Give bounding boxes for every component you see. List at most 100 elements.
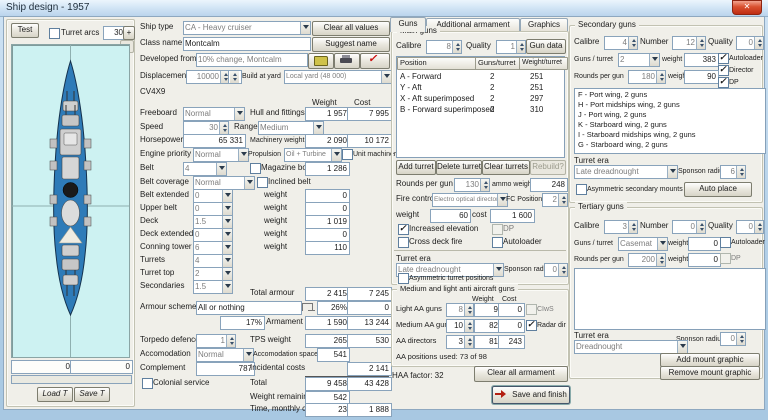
spinner-icon[interactable] bbox=[464, 303, 474, 317]
deck-extended-select[interactable]: 0 bbox=[193, 228, 233, 242]
medium-aa-stepper[interactable]: 10 bbox=[446, 319, 474, 333]
asymmetric-turrets-checkbox[interactable] bbox=[398, 273, 409, 284]
turret-arcs-checkbox[interactable] bbox=[49, 28, 60, 39]
spinner-icon[interactable] bbox=[628, 220, 638, 234]
secondary-rounds-stepper[interactable]: 180 bbox=[628, 70, 666, 84]
tertiary-guns-turret-select[interactable]: Casemat bbox=[618, 237, 668, 251]
spinner-icon[interactable] bbox=[516, 40, 526, 54]
dropdown-arrow-icon[interactable] bbox=[222, 202, 233, 216]
displacement-fine-stepper[interactable] bbox=[228, 70, 242, 84]
spinner-icon[interactable] bbox=[736, 165, 746, 179]
secondary-number-stepper[interactable]: 12 bbox=[672, 36, 706, 50]
ship-canvas[interactable] bbox=[11, 44, 130, 358]
table-row[interactable]: Y - Aft2251 bbox=[398, 82, 563, 93]
conning-tower-select[interactable]: 6 bbox=[193, 241, 233, 255]
column-position[interactable]: Position bbox=[397, 57, 477, 70]
deck-select[interactable]: 1.5 bbox=[193, 215, 233, 229]
secondary-guns-turret-select[interactable]: 2 bbox=[618, 53, 660, 67]
dropdown-arrow-icon[interactable] bbox=[313, 121, 324, 135]
list-item[interactable]: F - Port wing, 2 guns bbox=[578, 90, 762, 100]
belt-coverage-select[interactable]: Normal bbox=[193, 176, 255, 190]
secondary-calibre-stepper[interactable]: 4 bbox=[604, 36, 638, 50]
title-bar[interactable]: Ship design - 1957 ✕ bbox=[0, 0, 768, 17]
load-turrets-button[interactable]: Load T bbox=[37, 387, 73, 402]
list-item[interactable]: G - Starboard wing, 2 guns bbox=[578, 140, 762, 150]
fire-control-select[interactable]: Electro optical director bbox=[432, 193, 508, 207]
dropdown-arrow-icon[interactable] bbox=[222, 267, 233, 281]
clear-all-armament-button[interactable]: Clear all armament bbox=[474, 366, 568, 382]
dropdown-arrow-icon[interactable] bbox=[222, 189, 233, 203]
tertiary-mounts-list[interactable] bbox=[574, 268, 766, 330]
spinner-icon[interactable] bbox=[464, 319, 474, 333]
turret-table[interactable]: Position Guns/turret Weight/turret A - F… bbox=[396, 56, 565, 158]
secondary-quality-stepper[interactable]: 0 bbox=[736, 36, 764, 50]
displacement-stepper[interactable]: 10000 bbox=[186, 70, 230, 84]
dropdown-arrow-icon[interactable] bbox=[216, 162, 227, 176]
spinner-icon[interactable] bbox=[754, 220, 764, 234]
range-select[interactable]: Medium bbox=[258, 121, 324, 135]
spinner-icon[interactable] bbox=[696, 220, 706, 234]
dropdown-arrow-icon[interactable] bbox=[657, 237, 668, 251]
increased-elevation-checkbox[interactable] bbox=[398, 224, 409, 235]
ship-type-select[interactable]: CA - Heavy cruiser bbox=[183, 21, 311, 35]
dropdown-arrow-icon[interactable] bbox=[244, 176, 255, 190]
spinner-icon[interactable] bbox=[464, 335, 474, 349]
turret-top-select[interactable]: 2 bbox=[193, 267, 233, 281]
main-rounds-stepper[interactable]: 130 bbox=[454, 178, 490, 192]
list-item[interactable]: H - Port midships wing, 2 guns bbox=[578, 100, 762, 110]
add-mount-graphic-button[interactable]: Add mount graphic bbox=[660, 353, 760, 367]
secondary-director-checkbox[interactable] bbox=[718, 65, 729, 76]
dropdown-arrow-icon[interactable] bbox=[234, 107, 245, 121]
main-quality-stepper[interactable]: 1 bbox=[496, 40, 526, 54]
tab-additional-armament[interactable]: Additional armament bbox=[426, 18, 520, 31]
main-sponson-stepper[interactable]: 0 bbox=[544, 263, 568, 277]
save-and-finish-button[interactable]: Save and finish bbox=[492, 386, 570, 404]
spinner-icon[interactable] bbox=[628, 36, 638, 50]
unit-machinery-checkbox[interactable] bbox=[342, 149, 353, 160]
column-guns-per-turret[interactable]: Guns/turret bbox=[475, 57, 521, 70]
print-button[interactable] bbox=[334, 53, 360, 69]
validate-button[interactable]: ✓ bbox=[360, 53, 390, 69]
dropdown-arrow-icon[interactable] bbox=[331, 148, 342, 162]
clear-turrets-button[interactable]: Clear turrets bbox=[482, 160, 530, 175]
close-button[interactable]: ✕ bbox=[732, 0, 762, 15]
propulsion-select[interactable]: Oil + Turbine bbox=[284, 148, 342, 162]
engine-priority-select[interactable]: Normal bbox=[193, 148, 249, 162]
spinner-icon[interactable] bbox=[656, 253, 666, 267]
spinner-icon[interactable] bbox=[219, 121, 229, 135]
aa-directors-stepper[interactable]: 3 bbox=[446, 335, 474, 349]
secondary-sponson-stepper[interactable]: 6 bbox=[720, 165, 746, 179]
list-item[interactable]: I - Starboard midships wing, 2 guns bbox=[578, 130, 762, 140]
save-turrets-button[interactable]: Save T bbox=[74, 387, 110, 402]
belt-select[interactable]: 4 bbox=[183, 162, 227, 176]
main-autoloader-checkbox[interactable] bbox=[492, 237, 503, 248]
spinner-icon[interactable] bbox=[696, 36, 706, 50]
arc-plus-button[interactable]: + bbox=[123, 26, 135, 40]
speed-stepper[interactable]: 30 bbox=[183, 121, 229, 135]
spinner-icon[interactable] bbox=[230, 70, 239, 84]
tertiary-turret-era-select[interactable]: Dreadnought bbox=[574, 340, 688, 354]
table-row[interactable]: B - Forward superimposed2310 bbox=[398, 104, 563, 115]
tertiary-sponson-stepper[interactable]: 0 bbox=[720, 332, 746, 346]
gun-data-button[interactable]: Gun data bbox=[526, 39, 566, 54]
tertiary-autoloader-checkbox[interactable] bbox=[720, 237, 731, 248]
spinner-icon[interactable] bbox=[480, 178, 490, 192]
radar-dir-checkbox[interactable] bbox=[526, 320, 537, 331]
dropdown-arrow-icon[interactable] bbox=[300, 21, 311, 35]
clear-all-values-button[interactable]: Clear all values bbox=[312, 21, 390, 36]
spinner-icon[interactable] bbox=[736, 332, 746, 346]
belt-extended-select[interactable]: 0 bbox=[193, 189, 233, 203]
main-calibre-stepper[interactable]: 8 bbox=[426, 40, 462, 54]
armour-scheme-field[interactable]: All or nothing bbox=[196, 301, 302, 315]
secondary-turret-era-select[interactable]: Late dreadnought bbox=[574, 165, 678, 179]
magazine-box-checkbox[interactable] bbox=[250, 163, 261, 174]
list-item[interactable]: J - Port wing, 2 guns bbox=[578, 110, 762, 120]
tertiary-number-stepper[interactable]: 0 bbox=[672, 220, 706, 234]
secondary-autoloader-checkbox[interactable] bbox=[718, 53, 729, 64]
dropdown-arrow-icon[interactable] bbox=[493, 263, 504, 277]
spinner-icon[interactable] bbox=[558, 193, 568, 207]
spinner-icon[interactable] bbox=[558, 263, 568, 277]
remove-mount-graphic-button[interactable]: Remove mount graphic bbox=[660, 366, 760, 380]
freeboard-select[interactable]: Normal bbox=[183, 107, 245, 121]
secondary-dp-checkbox[interactable] bbox=[718, 77, 729, 88]
